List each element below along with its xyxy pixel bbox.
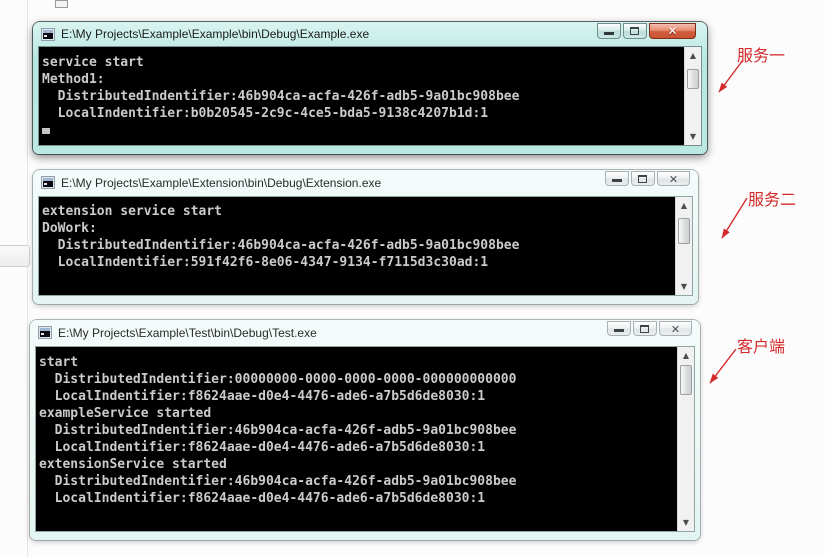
text-cursor <box>42 128 50 134</box>
console-output-area[interactable]: extension service start DoWork: Distribu… <box>38 196 693 296</box>
console-line: LocalIndentifier:591f42f6-8e06-4347-9134… <box>42 255 489 270</box>
window-title: E:\My Projects\Example\Extension\bin\Deb… <box>61 176 382 190</box>
console-app-icon[interactable] <box>41 28 55 41</box>
annotation-label-service2: 服务二 <box>748 192 797 209</box>
background-window-edge <box>27 0 28 557</box>
background-window-fragment <box>0 245 30 267</box>
console-output-area[interactable]: start DistributedIndentifier:00000000-00… <box>35 346 695 532</box>
console-text: start DistributedIndentifier:00000000-00… <box>36 347 677 531</box>
scroll-down-icon[interactable]: ▼ <box>676 278 692 295</box>
console-line: LocalIndentifier:f8624aae-d0e4-4476-ade6… <box>39 440 486 455</box>
vertical-scrollbar[interactable]: ▲ ▼ <box>675 197 692 295</box>
console-line: extensionService started <box>39 457 227 472</box>
close-icon: ✕ <box>667 24 678 38</box>
annotation-arrow-client <box>709 348 737 384</box>
console-line: exampleService started <box>39 406 212 421</box>
titlebar[interactable]: E:\My Projects\Example\Test\bin\Debug\Te… <box>30 320 700 346</box>
console-line: LocalIndentifier:b0b20545-2c9c-4ce5-bda5… <box>42 106 489 121</box>
console-app-icon[interactable] <box>41 176 55 189</box>
close-button[interactable]: ✕ <box>659 321 692 336</box>
console-window-extension[interactable]: E:\My Projects\Example\Extension\bin\Deb… <box>33 170 698 304</box>
maximize-button[interactable] <box>631 171 655 186</box>
console-line: DistributedIndentifier:46b904ca-acfa-426… <box>39 423 517 438</box>
console-line: extension service start <box>42 204 223 219</box>
console-text: service start Method1: DistributedIndent… <box>39 47 684 145</box>
scrollbar-thumb[interactable] <box>680 365 692 395</box>
console-line: service start <box>42 55 144 70</box>
maximize-button[interactable] <box>623 23 647 39</box>
minimize-button[interactable] <box>597 23 621 39</box>
scroll-down-icon[interactable]: ▼ <box>678 514 694 531</box>
minimize-button[interactable] <box>605 171 629 186</box>
maximize-icon <box>640 324 649 333</box>
maximize-icon <box>638 174 647 183</box>
scrollbar-thumb[interactable] <box>687 69 699 89</box>
console-line: DistributedIndentifier:46b904ca-acfa-426… <box>39 474 517 489</box>
desktop: E:\My Projects\Example\Example\bin\Debug… <box>0 0 825 557</box>
scroll-up-icon[interactable]: ▲ <box>676 197 692 214</box>
console-line: LocalIndentifier:f8624aae-d0e4-4476-ade6… <box>39 389 486 404</box>
scroll-down-icon[interactable]: ▼ <box>685 128 701 145</box>
console-window-test[interactable]: E:\My Projects\Example\Test\bin\Debug\Te… <box>30 320 700 540</box>
annotation-label-service1: 服务一 <box>737 48 786 65</box>
window-title: E:\My Projects\Example\Test\bin\Debug\Te… <box>58 326 317 340</box>
minimize-icon <box>604 32 614 35</box>
close-button[interactable]: ✕ <box>657 171 690 186</box>
annotation-arrow-service2 <box>721 197 748 239</box>
vertical-scrollbar[interactable]: ▲ ▼ <box>684 47 701 145</box>
console-window-example[interactable]: E:\My Projects\Example\Example\bin\Debug… <box>33 22 707 154</box>
close-button[interactable]: ✕ <box>649 23 696 39</box>
close-icon: ✕ <box>670 323 681 336</box>
icon-part <box>41 333 44 335</box>
console-line: DoWork: <box>42 221 97 236</box>
window-title: E:\My Projects\Example\Example\bin\Debug… <box>61 27 370 41</box>
minimize-icon <box>612 179 622 182</box>
vertical-scrollbar[interactable]: ▲ ▼ <box>677 347 694 531</box>
scroll-up-icon[interactable]: ▲ <box>685 47 701 64</box>
console-output-area[interactable]: service start Method1: DistributedIndent… <box>38 46 702 146</box>
console-line: Method1: <box>42 72 105 87</box>
scrollbar-thumb[interactable] <box>678 218 690 244</box>
maximize-button[interactable] <box>633 321 657 336</box>
background-window-fragment <box>55 0 68 8</box>
console-line: DistributedIndentifier:46b904ca-acfa-426… <box>42 89 520 104</box>
scroll-up-icon[interactable]: ▲ <box>678 347 694 364</box>
icon-part <box>44 183 47 185</box>
close-icon: ✕ <box>668 173 679 186</box>
console-line: LocalIndentifier:f8624aae-d0e4-4476-ade6… <box>39 491 486 506</box>
icon-part <box>44 35 47 37</box>
titlebar[interactable]: E:\My Projects\Example\Extension\bin\Deb… <box>33 170 698 196</box>
annotation-label-client: 客户端 <box>737 339 786 356</box>
minimize-icon <box>614 329 624 332</box>
minimize-button[interactable] <box>607 321 631 336</box>
console-text: extension service start DoWork: Distribu… <box>39 197 675 295</box>
maximize-icon <box>630 27 639 35</box>
console-line: DistributedIndentifier:00000000-0000-000… <box>39 372 517 387</box>
console-app-icon[interactable] <box>38 326 52 339</box>
console-line: start <box>39 355 79 370</box>
console-line: DistributedIndentifier:46b904ca-acfa-426… <box>42 238 520 253</box>
